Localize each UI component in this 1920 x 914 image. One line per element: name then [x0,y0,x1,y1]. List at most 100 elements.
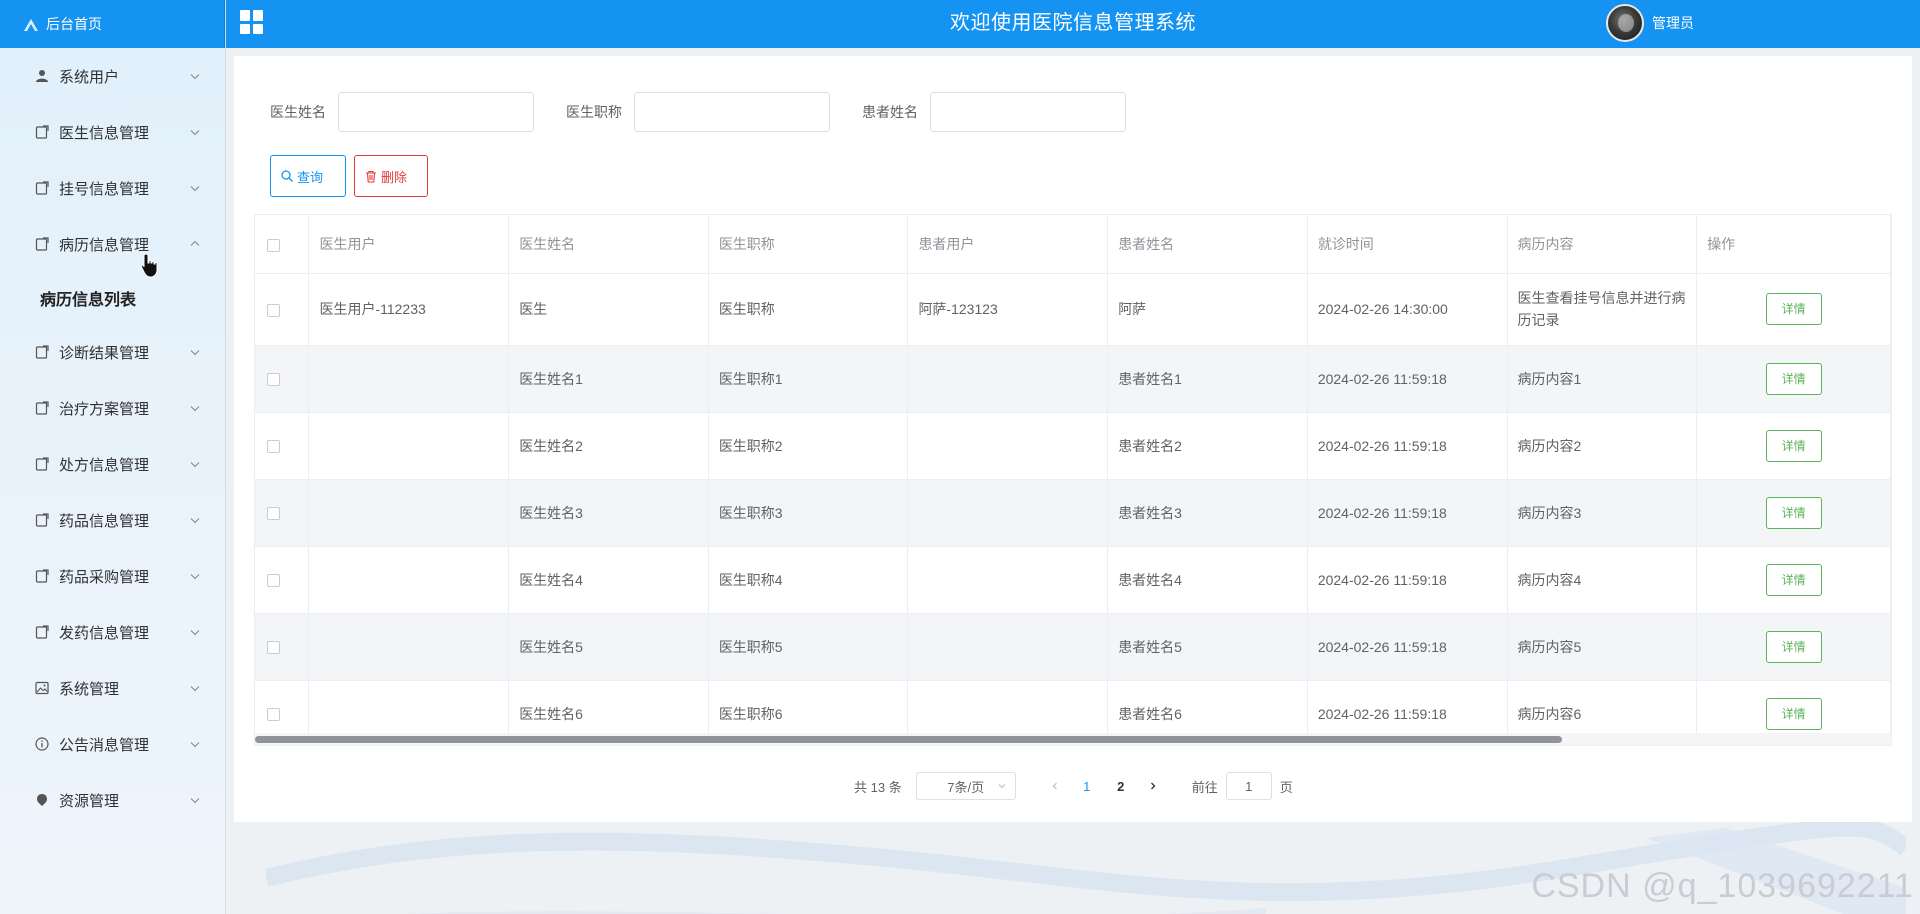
query-label: 查询 [297,169,324,185]
row-checkbox[interactable] [267,574,280,588]
records-table: 医生用户 医生姓名 医生职称 患者用户 患者姓名 就诊时间 病历内容 操作 医生… [254,214,1892,746]
table-cell: 2024-02-26 11:59:18 [1307,479,1508,547]
row-checkbox[interactable] [267,708,280,722]
user-icon [34,68,50,84]
patient-name-input[interactable] [930,92,1126,132]
table-cell [907,479,1109,547]
scrollbar-thumb[interactable] [255,736,1562,743]
col-header: 医生用户 [308,215,510,274]
detail-button[interactable]: 详情 [1765,362,1822,395]
sidebar-item[interactable]: 系统用户 [0,48,225,104]
search-icon [281,170,293,182]
sidebar-item[interactable]: 药品采购管理 [0,548,225,604]
row-select-cell [255,613,310,681]
sidebar-item-label: 处方信息管理 [59,456,150,474]
row-select-cell [255,273,310,346]
table-cell: 患者姓名4 [1107,546,1308,614]
sidebar-item[interactable]: 挂号信息管理 [0,160,225,216]
table-cell: 2024-02-26 11:59:18 [1307,412,1508,480]
row-checkbox[interactable] [267,303,280,317]
detail-button[interactable]: 详情 [1765,293,1822,325]
chevron-down-icon [190,574,200,580]
delete-button[interactable]: 删除 [354,155,428,197]
col-header: 就诊时间 [1307,215,1508,274]
sidebar-item[interactable]: 发药信息管理 [0,604,225,660]
page-size-select[interactable]: 7条/页 [915,772,1016,800]
table-row[interactable]: 医生姓名3 医生职称3 患者姓名3 2024-02-26 11:59:18 病历内容3 详… [255,479,1891,547]
table-row[interactable]: 医生姓名4 医生职称4 患者姓名4 2024-02-26 11:59:18 病历内容4 详… [255,546,1891,614]
sidebar-item[interactable]: 资源管理 [0,772,225,828]
table-row[interactable]: 医生姓名2 医生职称2 患者姓名2 2024-02-26 11:59:18 病历内容2 详… [255,412,1891,480]
sidebar-item[interactable]: 处方信息管理 [0,436,225,492]
sidebar-item-label: 诊断结果管理 [59,344,150,362]
table-cell: 2024-02-26 11:59:18 [1307,613,1508,681]
query-button[interactable]: 查询 [270,155,346,197]
doc-icon [34,568,50,584]
submenu-item[interactable]: 病历信息列表 [0,272,225,324]
chevron-up-icon [190,240,200,246]
row-checkbox[interactable] [267,641,280,655]
col-header: 患者用户 [907,215,1109,274]
chevron-down-icon [190,406,200,412]
sidebar-item[interactable]: 公告消息管理 [0,716,225,772]
table-cell: 医生职称2 [708,412,909,480]
sidebar-item[interactable]: 治疗方案管理 [0,380,225,436]
table-row[interactable]: 医生用户-112233 医生 医生职称 阿萨-123123 阿萨 2024-02-26 1… [255,273,1891,346]
patient-name-field: 患者姓名 [862,92,1126,132]
doctor-title-input[interactable] [634,92,830,132]
user-menu[interactable]: 管理员 [1606,2,1694,44]
table-cell: 病历内容1 [1507,345,1698,413]
detail-button[interactable]: 详情 [1765,630,1822,663]
sidebar-item[interactable]: 医生信息管理 [0,104,225,160]
actions-cell: 详情 [1696,412,1891,480]
doctor-title-field: 医生职称 [566,92,830,132]
row-checkbox[interactable] [267,440,280,454]
page-size-value: 7条/页 [947,779,985,795]
page-number[interactable]: 2 [1104,779,1138,794]
sidebar-item-label: 病历信息管理 [59,236,150,254]
doctor-name-input[interactable] [338,92,534,132]
home-link[interactable]: 后台首页 [0,0,225,48]
pin-icon [34,792,50,808]
sidebar-item[interactable]: 病历信息管理 [0,216,225,272]
row-checkbox[interactable] [267,373,280,387]
detail-button[interactable]: 详情 [1765,563,1822,596]
table-cell [907,412,1109,480]
home-label: 后台首页 [46,16,102,32]
horizontal-scrollbar[interactable] [255,733,1891,745]
table-row[interactable]: 医生姓名5 医生职称5 患者姓名5 2024-02-26 11:59:18 病历内容5 详… [255,613,1891,681]
row-select-cell [255,412,310,480]
table-cell [308,479,510,547]
table-cell: 2024-02-26 11:59:18 [1307,345,1508,413]
sidebar-item[interactable]: 诊断结果管理 [0,324,225,380]
select-all-checkbox[interactable] [267,238,280,252]
row-checkbox[interactable] [267,507,280,521]
table-row[interactable]: 医生姓名1 医生职称1 患者姓名1 2024-02-26 11:59:18 病历内容1 详… [255,345,1891,413]
sidebar-item[interactable]: 系统管理 [0,660,225,716]
sidebar-menu: 系统用户医生信息管理挂号信息管理病历信息管理病历信息列表诊断结果管理治疗方案管理… [0,48,225,828]
goto-page-input[interactable] [1225,772,1272,800]
sidebar-item-label: 公告消息管理 [59,736,150,754]
sidebar-item-label: 医生信息管理 [59,124,150,142]
detail-button[interactable]: 详情 [1765,697,1822,730]
col-header: 患者姓名 [1107,215,1308,274]
avatar [1606,4,1644,42]
sidebar-item-label: 资源管理 [59,792,120,810]
actions-cell: 详情 [1696,613,1891,681]
col-header: 病历内容 [1507,215,1698,274]
next-page-button[interactable] [1138,779,1168,794]
content-card: 医生姓名 医生职称 患者姓名 查询 删除 医生用户 医生姓名 医生职称 患者用户… [234,56,1912,822]
chevron-down-icon [190,798,200,804]
table-cell: 医生用户-112233 [308,273,510,346]
prev-page-button[interactable] [1040,779,1070,794]
detail-button[interactable]: 详情 [1765,496,1822,529]
actions-cell: 详情 [1696,345,1891,413]
page-number[interactable]: 1 [1070,779,1104,794]
doc-icon [34,124,50,140]
chevron-down-icon [190,130,200,136]
table-header-row: 医生用户 医生姓名 医生职称 患者用户 患者姓名 就诊时间 病历内容 操作 [255,215,1891,274]
sidebar-item[interactable]: 药品信息管理 [0,492,225,548]
detail-button[interactable]: 详情 [1765,429,1822,462]
sidebar-item-label: 系统用户 [59,68,120,86]
delete-label: 删除 [381,169,408,185]
